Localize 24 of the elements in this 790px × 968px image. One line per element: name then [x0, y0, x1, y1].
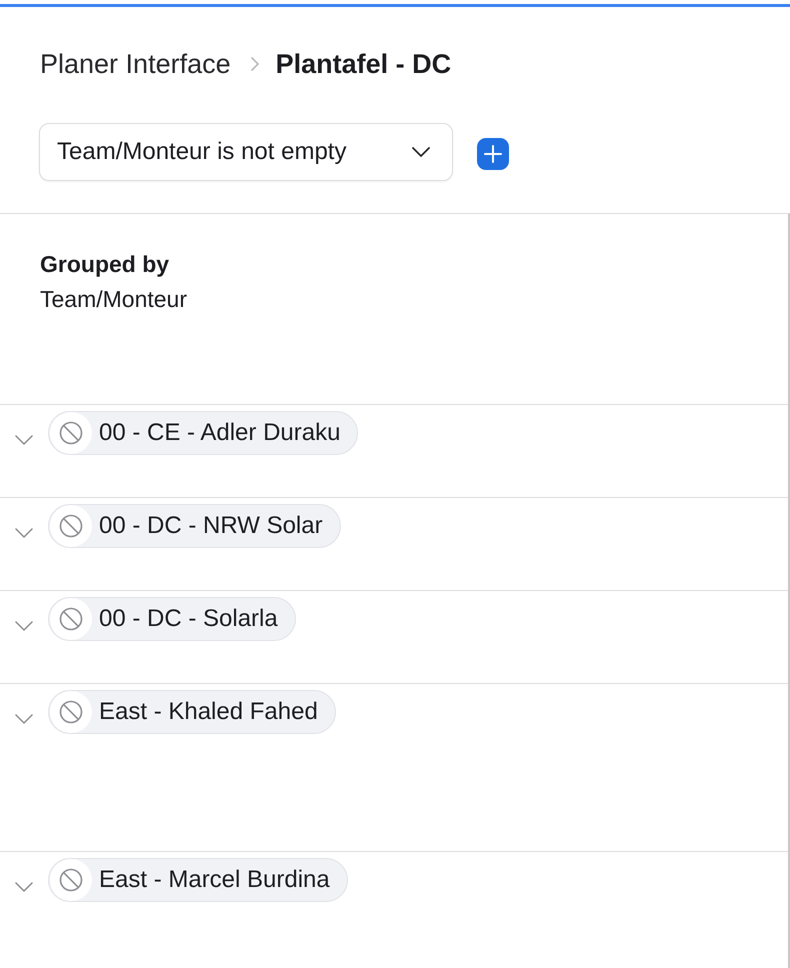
breadcrumb-link[interactable]: Planer Interface [40, 47, 231, 81]
page-title: Plantafel - DC [276, 48, 452, 81]
group-name: East - Khaled Fahed [99, 698, 318, 726]
chevron-down-icon[interactable] [15, 528, 33, 538]
chevron-down-icon[interactable] [15, 714, 33, 724]
group-name: East - Marcel Burdina [99, 866, 330, 894]
chevron-down-icon[interactable] [15, 621, 33, 631]
add-filter-button[interactable] [477, 138, 509, 170]
no-entry-icon [50, 412, 92, 454]
chevron-right-icon [250, 57, 259, 71]
chevron-down-icon[interactable] [15, 882, 33, 892]
no-entry-icon [50, 598, 92, 640]
chevron-down-icon[interactable] [15, 435, 33, 445]
group-name: 00 - DC - NRW Solar [99, 512, 323, 540]
chevron-down-icon [412, 147, 430, 157]
no-entry-icon [50, 691, 92, 733]
group-name: 00 - DC - Solarla [99, 605, 278, 633]
grouped-by-label: Grouped by [40, 250, 170, 279]
no-entry-icon [50, 859, 92, 901]
group-name: 00 - CE - Adler Duraku [99, 419, 340, 447]
grouped-by-field: Team/Monteur [40, 282, 188, 317]
filter-dropdown[interactable]: Team/Monteur is not empty [39, 123, 453, 181]
no-entry-icon [50, 505, 92, 547]
plus-icon [484, 145, 502, 163]
